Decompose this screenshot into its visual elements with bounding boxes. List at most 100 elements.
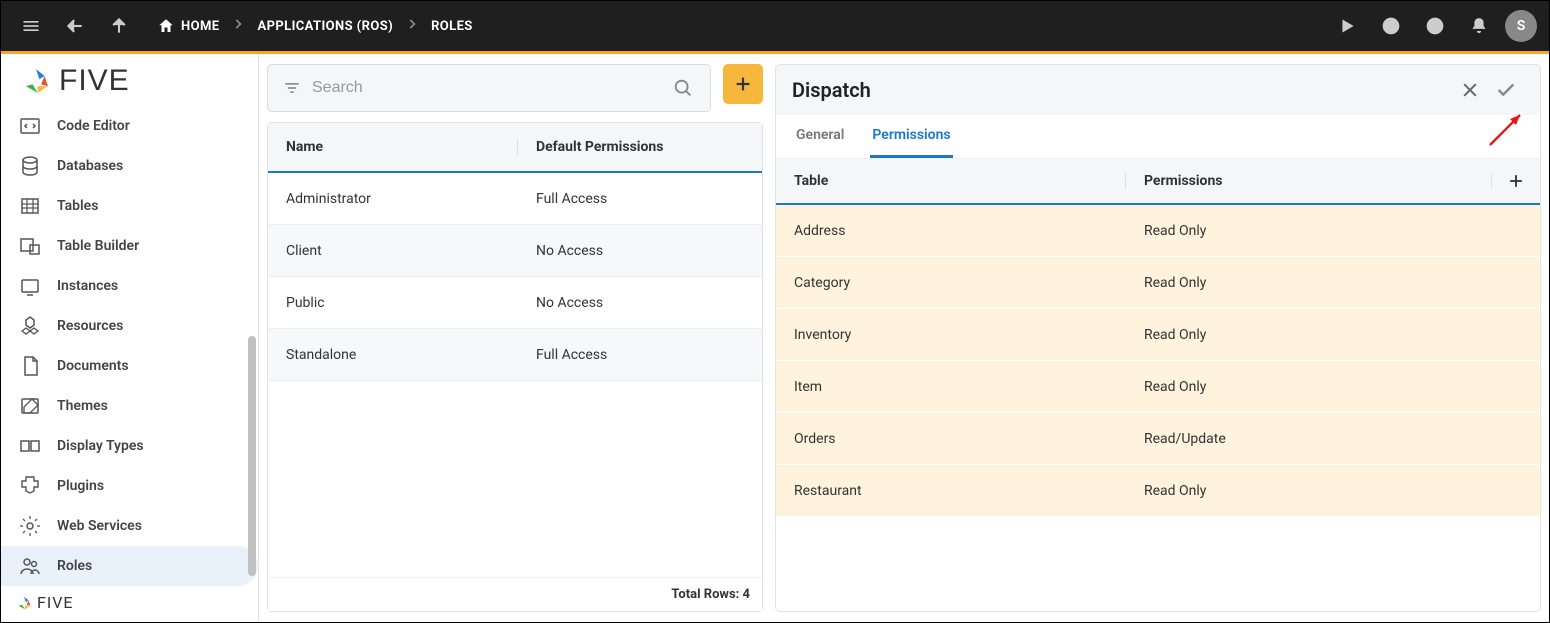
save-button[interactable] bbox=[1488, 72, 1524, 108]
filter-icon[interactable] bbox=[282, 78, 302, 98]
breadcrumb-roles[interactable]: ROLES bbox=[431, 19, 473, 34]
sidebar-item-label: Roles bbox=[57, 558, 92, 574]
check-icon bbox=[1495, 79, 1517, 101]
col-header-permissions[interactable]: Default Permissions bbox=[518, 139, 762, 155]
table-row[interactable]: ClientNo Access bbox=[268, 225, 762, 277]
sidebar-item-label: Instances bbox=[57, 278, 118, 294]
logo-text: FIVE bbox=[59, 64, 130, 98]
permission-row[interactable]: AddressRead Only bbox=[776, 205, 1540, 257]
table-icon bbox=[17, 194, 43, 218]
tab-permissions[interactable]: Permissions bbox=[870, 115, 952, 158]
instance-icon bbox=[17, 274, 43, 298]
roles-table-body: AdministratorFull AccessClientNo AccessP… bbox=[268, 173, 762, 577]
display-type-icon bbox=[17, 434, 43, 458]
sidebar-item-label: Tables bbox=[57, 198, 98, 214]
detail-header: Dispatch bbox=[776, 65, 1540, 115]
sidebar-item-table-builder[interactable]: Table Builder bbox=[1, 226, 258, 266]
roles-table-header: Name Default Permissions bbox=[268, 123, 762, 173]
sidebar-item-code-editor[interactable]: Code Editor bbox=[1, 106, 258, 146]
breadcrumb-applications[interactable]: APPLICATIONS (ROS) bbox=[257, 19, 393, 34]
breadcrumb-home-label: HOME bbox=[181, 19, 219, 34]
breadcrumb-home[interactable]: HOME bbox=[157, 17, 219, 35]
code-editor-icon bbox=[17, 114, 43, 138]
cell-permission: No Access bbox=[518, 243, 762, 259]
sidebar-footer: FIVE bbox=[1, 587, 258, 622]
cell-name: Public bbox=[268, 295, 518, 311]
sidebar-item-label: Web Services bbox=[57, 518, 142, 534]
sidebar-item-label: Resources bbox=[57, 318, 123, 334]
back-icon[interactable] bbox=[57, 8, 93, 44]
search-bar bbox=[267, 64, 711, 112]
cell-permission: Full Access bbox=[518, 347, 762, 363]
detail-panel: Dispatch General Permissions Table Permi… bbox=[771, 54, 1549, 622]
chevron-right-icon bbox=[225, 17, 251, 35]
cell-table: Restaurant bbox=[776, 483, 1126, 499]
col-header-table[interactable]: Table bbox=[776, 173, 1126, 189]
cell-name: Standalone bbox=[268, 347, 518, 363]
cell-permission: Read/Update bbox=[1126, 431, 1492, 447]
sidebar-nav[interactable]: Code Editor Databases Tables Table Builder I… bbox=[1, 106, 258, 587]
sidebar-item-theme[interactable]: Themes bbox=[1, 386, 258, 426]
roles-table: Name Default Permissions AdministratorFu… bbox=[267, 122, 763, 612]
database-icon bbox=[17, 154, 43, 178]
up-icon[interactable] bbox=[101, 8, 137, 44]
breadcrumb-applications-label: APPLICATIONS (ROS) bbox=[257, 19, 393, 34]
sidebar-item-roles[interactable]: Roles bbox=[1, 546, 258, 586]
hamburger-menu-icon[interactable] bbox=[13, 8, 49, 44]
logo: FIVE bbox=[1, 54, 258, 106]
theme-icon bbox=[17, 394, 43, 418]
web-service-icon bbox=[17, 514, 43, 538]
sidebar-item-plugin[interactable]: Plugins bbox=[1, 466, 258, 506]
cell-permission: No Access bbox=[518, 295, 762, 311]
table-row[interactable]: AdministratorFull Access bbox=[268, 173, 762, 225]
bell-icon[interactable] bbox=[1461, 8, 1497, 44]
tab-general[interactable]: General bbox=[794, 115, 846, 158]
table-row[interactable]: StandaloneFull Access bbox=[268, 329, 762, 381]
breadcrumb: HOME APPLICATIONS (ROS) ROLES bbox=[157, 17, 473, 35]
sidebar: FIVE Code Editor Databases Tables Table Bui… bbox=[1, 54, 259, 622]
topbar: HOME APPLICATIONS (ROS) ROLES bbox=[1, 1, 1549, 51]
add-permission-button[interactable] bbox=[1492, 171, 1540, 191]
sidebar-item-label: Code Editor bbox=[57, 118, 130, 134]
logo-mark-icon bbox=[15, 594, 33, 612]
close-button[interactable] bbox=[1452, 72, 1488, 108]
sidebar-item-instance[interactable]: Instances bbox=[1, 266, 258, 306]
cell-permission: Read Only bbox=[1126, 275, 1492, 291]
help-icon[interactable] bbox=[1417, 8, 1453, 44]
permissions-table-header: Table Permissions bbox=[776, 159, 1540, 205]
deploy-icon[interactable] bbox=[1373, 8, 1409, 44]
resource-icon bbox=[17, 314, 43, 338]
sidebar-item-document[interactable]: Documents bbox=[1, 346, 258, 386]
cell-permission: Read Only bbox=[1126, 379, 1492, 395]
sidebar-item-table[interactable]: Tables bbox=[1, 186, 258, 226]
plus-icon bbox=[732, 73, 754, 95]
cell-permission: Read Only bbox=[1126, 327, 1492, 343]
sidebar-item-database[interactable]: Databases bbox=[1, 146, 258, 186]
sidebar-item-web-service[interactable]: Web Services bbox=[1, 506, 258, 546]
sidebar-item-tools[interactable]: Tools bbox=[1, 586, 258, 587]
roles-table-footer: Total Rows: 4 bbox=[268, 577, 762, 611]
play-icon[interactable] bbox=[1329, 8, 1365, 44]
sidebar-item-resource[interactable]: Resources bbox=[1, 306, 258, 346]
sidebar-item-display-type[interactable]: Display Types bbox=[1, 426, 258, 466]
col-header-name[interactable]: Name bbox=[268, 139, 518, 155]
chevron-right-icon bbox=[399, 17, 425, 35]
permission-row[interactable]: OrdersRead/Update bbox=[776, 413, 1540, 465]
cell-permission: Read Only bbox=[1126, 483, 1492, 499]
table-row[interactable]: PublicNo Access bbox=[268, 277, 762, 329]
col-header-permission[interactable]: Permissions bbox=[1126, 173, 1492, 189]
add-role-button[interactable] bbox=[723, 64, 763, 104]
permission-row[interactable]: RestaurantRead Only bbox=[776, 465, 1540, 517]
avatar[interactable]: S bbox=[1505, 10, 1537, 42]
roles-icon bbox=[17, 554, 43, 578]
search-input[interactable] bbox=[312, 79, 662, 97]
plus-icon bbox=[1506, 171, 1526, 191]
permission-row[interactable]: InventoryRead Only bbox=[776, 309, 1540, 361]
permission-row[interactable]: ItemRead Only bbox=[776, 361, 1540, 413]
search-icon[interactable] bbox=[672, 77, 694, 99]
cell-table: Item bbox=[776, 379, 1126, 395]
permission-row[interactable]: CategoryRead Only bbox=[776, 257, 1540, 309]
document-icon bbox=[17, 354, 43, 378]
total-rows-label: Total Rows: 4 bbox=[671, 587, 750, 602]
avatar-initial: S bbox=[1517, 18, 1526, 34]
